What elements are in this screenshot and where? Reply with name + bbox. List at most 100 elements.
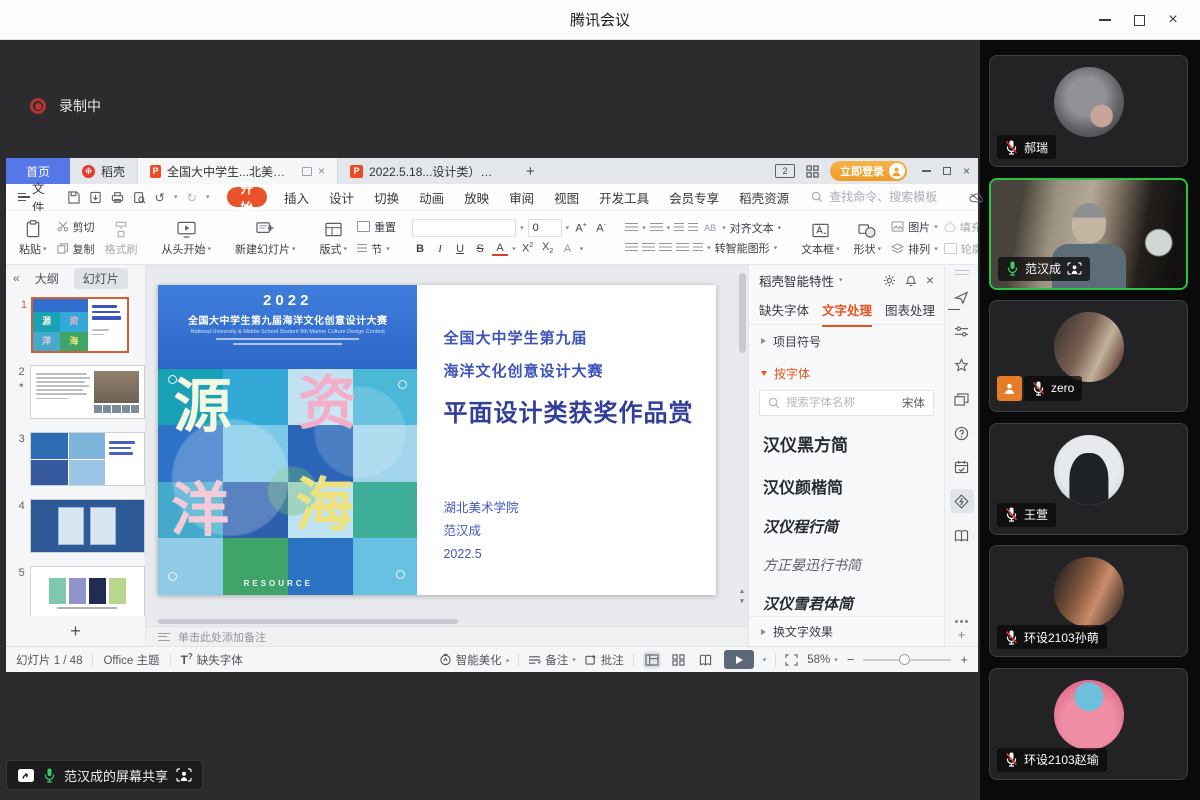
increase-indent-icon[interactable] [688, 223, 698, 232]
font-search-input[interactable] [786, 397, 890, 409]
add-slide-button[interactable]: + [6, 616, 145, 646]
tab-document-2[interactable]: P 2022.5.18...设计类）范汉成教授 [337, 158, 516, 184]
save-icon[interactable] [67, 191, 80, 204]
slide-thumbnail-preview[interactable] [30, 566, 145, 616]
slide-thumbnail-2[interactable]: 2✶ [11, 365, 145, 419]
reading-view-icon[interactable] [697, 651, 715, 669]
command-search[interactable] [811, 190, 969, 204]
notifications-bell-icon[interactable] [905, 274, 917, 287]
align-center-icon[interactable] [642, 243, 655, 252]
print-icon[interactable] [111, 191, 124, 204]
tab-outline[interactable]: 大纲 [26, 268, 68, 289]
add-panel-icon[interactable]: + [958, 627, 966, 642]
toolbar-more-icon[interactable]: ▾ [206, 194, 210, 201]
fit-slide-icon[interactable] [785, 654, 798, 666]
effects-star-icon[interactable] [950, 353, 974, 377]
duplicate-frames-icon[interactable] [950, 387, 974, 411]
fill-button[interactable]: 填充▾ [944, 219, 978, 235]
theme-label[interactable]: Office 主题 [103, 652, 159, 668]
zoom-in-button[interactable]: + [960, 652, 968, 667]
font-list-item[interactable]: 汉仪颜楷简 [763, 465, 930, 507]
font-name-input[interactable] [412, 219, 516, 237]
print-preview-icon[interactable] [133, 191, 146, 204]
more-panels-icon[interactable] [960, 620, 963, 623]
redo-icon[interactable]: ↻ [187, 190, 197, 205]
menu-item-insert[interactable]: 插入 [274, 184, 319, 210]
bullets-icon[interactable] [625, 223, 638, 232]
participant-tile[interactable]: 环设2103赵瑜 [989, 668, 1188, 780]
help-clock-icon[interactable] [950, 421, 974, 445]
menu-item-transitions[interactable]: 切换 [364, 184, 409, 210]
zoom-out-button[interactable]: − [847, 652, 855, 667]
smart-features-icon[interactable] [950, 489, 974, 513]
underline-button[interactable]: U [452, 243, 468, 255]
pin-tab-icon[interactable] [302, 167, 312, 176]
align-left-icon[interactable] [625, 243, 638, 252]
close-tab-icon[interactable]: × [318, 164, 325, 178]
text-effects-button[interactable]: A [560, 243, 576, 255]
font-list-item[interactable]: 汉仪黑方简 [763, 422, 930, 465]
canvas-horizontal-scrollbar[interactable] [158, 617, 732, 626]
strikethrough-button[interactable]: S [472, 243, 488, 255]
close-panel-icon[interactable]: × [926, 272, 934, 288]
zoom-level[interactable]: 58%▾ [807, 654, 838, 666]
slide-thumbnail-1[interactable]: 1 源资洋海 [11, 298, 145, 352]
menu-item-slideshow[interactable]: 放映 [454, 184, 499, 210]
normal-view-icon[interactable] [643, 651, 661, 669]
comments-button[interactable]: 批注 [585, 652, 624, 668]
wps-restore-icon[interactable] [943, 167, 951, 175]
slide-thumbnail-preview[interactable]: 源资洋海 [32, 298, 128, 352]
tab-document-1[interactable]: P 全国大中学生...北美院范汉成 × [137, 158, 337, 184]
play-options-caret-icon[interactable]: ▾ [763, 656, 767, 663]
slideshow-play-button[interactable] [724, 650, 754, 669]
menu-item-view[interactable]: 视图 [544, 184, 589, 210]
undo-caret-icon[interactable]: ▾ [174, 194, 178, 201]
outline-button[interactable]: 轮廓▾ [944, 241, 978, 257]
tab-docer[interactable]: ❉ 稻壳 [70, 158, 137, 184]
section-button[interactable]: 节▾ [357, 241, 396, 257]
superscript-button[interactable]: X2 [520, 242, 536, 255]
undo-icon[interactable]: ↺ [155, 190, 165, 205]
menu-item-docer-resources[interactable]: 稻壳资源 [729, 184, 799, 210]
font-list-item[interactable]: 汉仪程行简 [763, 507, 930, 546]
new-slide-button[interactable]: 新建幻灯片▾ [231, 219, 300, 257]
menu-item-animations[interactable]: 动画 [409, 184, 454, 210]
properties-sliders-icon[interactable] [950, 319, 974, 343]
minimize-button[interactable] [1088, 0, 1122, 40]
font-search-box[interactable]: 宋体 [759, 390, 934, 416]
zoom-slider[interactable] [863, 659, 951, 661]
paste-button[interactable]: 粘贴▾ [15, 219, 51, 257]
participant-tile[interactable]: 郝瑞 [989, 55, 1188, 167]
menu-item-design[interactable]: 设计 [319, 184, 364, 210]
align-right-icon[interactable] [659, 243, 672, 252]
participant-tile-active-speaker[interactable]: 范汉成 [989, 178, 1188, 290]
reference-book-icon[interactable] [950, 523, 974, 547]
close-button[interactable]: × [1156, 0, 1190, 40]
section-bullets[interactable]: 项目符号 [749, 325, 944, 357]
slide-thumbnail-5[interactable]: 5 [11, 566, 145, 616]
panel-title-caret-icon[interactable]: ▾ [839, 277, 843, 284]
arrange-button[interactable]: 排列▾ [891, 241, 938, 257]
wps-close-icon[interactable]: × [963, 165, 970, 177]
tab-chart-processing[interactable]: 图表处理 [885, 292, 935, 327]
menu-item-start[interactable]: 开始 [227, 187, 268, 207]
zoom-slider-knob[interactable] [899, 654, 910, 665]
canvas-vertical-scrollbar[interactable] [738, 269, 747, 581]
tab-text-processing[interactable]: 文字处理 [822, 292, 872, 327]
picture-button[interactable]: 图片▾ [891, 219, 938, 235]
cut-button[interactable]: 剪切 [57, 219, 95, 235]
slide-sorter-view-icon[interactable] [670, 651, 688, 669]
font-list-item[interactable]: 汉仪雪君体简 [763, 584, 930, 616]
layout-button[interactable]: 版式▾ [316, 219, 352, 257]
panel-drag-handle[interactable] [955, 270, 969, 275]
new-tab-button[interactable]: + [516, 158, 545, 184]
tab-missing-fonts[interactable]: 缺失字体 [759, 292, 809, 327]
smart-beautify-button[interactable]: 智能美化▴ [439, 652, 510, 668]
schedule-icon[interactable] [950, 455, 974, 479]
format-painter-button[interactable]: 格式刷 [101, 219, 142, 257]
notes-bar[interactable]: 单击此处添加备注 [146, 626, 748, 646]
export-pdf-icon[interactable] [89, 191, 102, 204]
participant-tile[interactable]: zero [989, 300, 1188, 412]
scroll-up-icon[interactable]: ▲ [739, 588, 745, 595]
slide-thumbnail-preview[interactable] [30, 365, 145, 419]
